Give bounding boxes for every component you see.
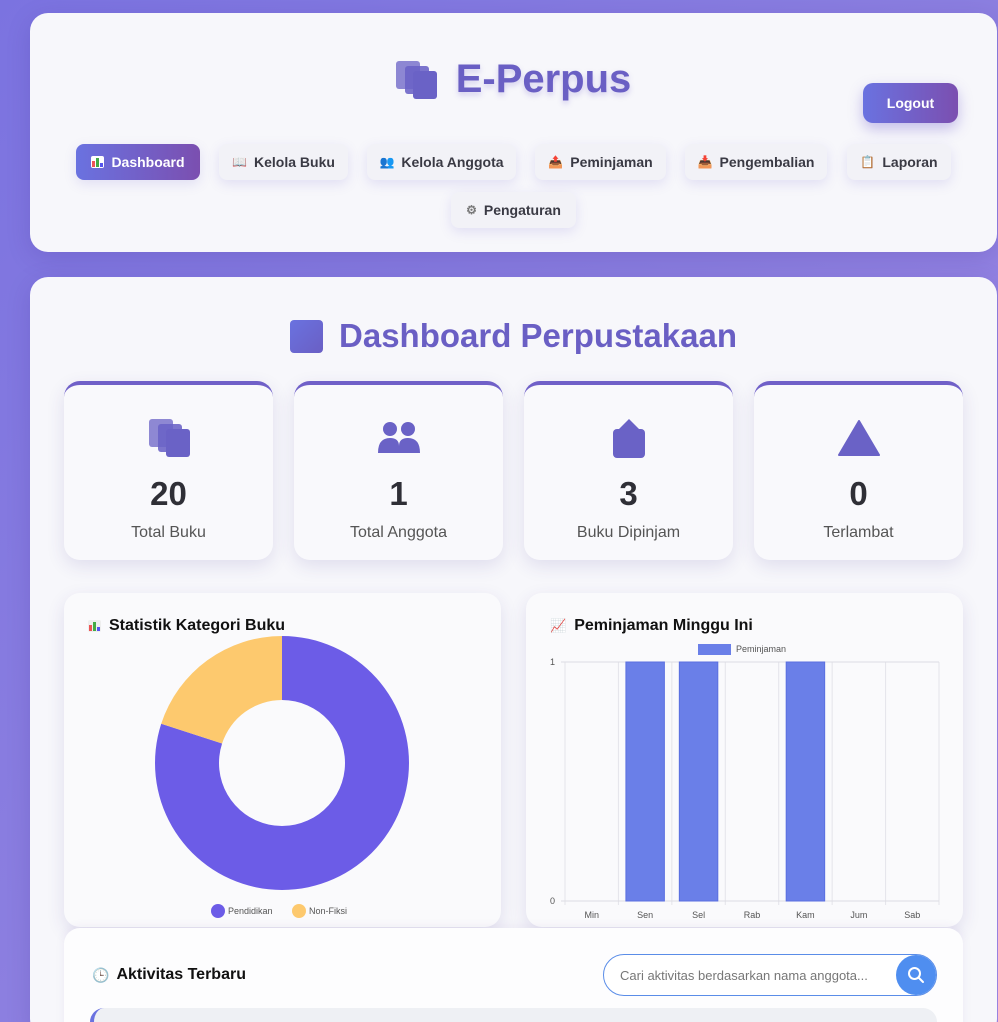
brand: E-Perpus: [30, 57, 997, 102]
search-button[interactable]: [896, 955, 936, 995]
x-tick-label: Rab: [744, 910, 761, 920]
x-tick-label: Kam: [796, 910, 815, 920]
people-icon: [294, 419, 503, 459]
nav-laporan[interactable]: 📋 Laporan: [847, 144, 951, 180]
bar-sel: [678, 661, 719, 902]
books-icon: [395, 60, 438, 99]
x-tick-label: Sen: [637, 910, 653, 920]
stat-card-total-anggota: 1 Total Anggota: [294, 381, 503, 560]
stat-label: Total Buku: [131, 524, 206, 541]
category-pie-chart: Pendidikan Non-Fiksi: [155, 636, 409, 918]
bar-chart-icon: [91, 156, 105, 168]
stat-value: 3: [619, 475, 638, 512]
dashboard-icon: [290, 319, 324, 353]
weekly-bar-chart: 0 1 Min Sen Sel Rab Kam Jum Sab Peminjaman: [550, 644, 940, 920]
app-title: E-Perpus: [455, 57, 632, 101]
legend-label: Non-Fiksi: [309, 906, 347, 916]
logout-button[interactable]: Logout: [863, 83, 958, 123]
nav-label: Pengaturan: [483, 202, 561, 218]
stat-label: Buku Dipinjam: [576, 524, 681, 541]
warning-icon: [754, 419, 963, 459]
search-icon: [908, 967, 924, 983]
gear-icon: ⚙: [466, 203, 477, 217]
stat-card-buku-dipinjam: 3 Buku Dipinjam: [524, 381, 733, 560]
legend-swatch: [211, 904, 225, 918]
activity-search: [603, 954, 937, 996]
clock-icon: 🕒: [92, 966, 110, 983]
x-tick-label: Min: [584, 910, 599, 920]
stat-label: Total Anggota: [350, 524, 447, 541]
weekly-chart-card: 📈 Peminjaman Minggu Ini 0 1 Min Sen Sel Rab Ka…: [526, 593, 963, 927]
bar-sen: [625, 661, 665, 902]
legend-label: Pendidikan: [228, 906, 273, 916]
people-icon: 👥: [379, 155, 395, 169]
page-title: Dashboard Perpustakaan: [339, 317, 737, 354]
search-input[interactable]: [620, 955, 890, 995]
inbox-icon: 📥: [697, 155, 713, 169]
nav-label: Laporan: [882, 154, 938, 170]
header-panel: E-Perpus Logout Dashboard 📖 Kelola Buku …: [30, 13, 997, 252]
stat-card-total-buku: 20 Total Buku: [64, 381, 273, 560]
nav-peminjaman[interactable]: 📤 Peminjaman: [535, 144, 666, 180]
pie-slice-non-fiksi: [161, 636, 282, 744]
outbox-icon: 📤: [548, 155, 564, 169]
x-tick-label: Sel: [692, 910, 705, 920]
stat-card-terlambat: 0 Terlambat: [754, 381, 963, 560]
nav-dashboard[interactable]: Dashboard: [76, 144, 200, 180]
books-icon: [64, 419, 273, 459]
stat-value: 20: [150, 475, 187, 512]
y-tick-label: 1: [550, 657, 555, 667]
nav-label: Peminjaman: [570, 154, 653, 170]
dashboard-heading: Dashboard Perpustakaan: [30, 317, 997, 355]
stat-value: 0: [849, 475, 868, 512]
open-book-icon: 📖: [232, 155, 248, 169]
legend-swatch: [698, 644, 731, 655]
stat-label: Terlambat: [823, 524, 894, 541]
nav-label: Pengembalian: [719, 154, 815, 170]
nav-label: Dashboard: [111, 154, 185, 170]
x-tick-label: Jum: [850, 910, 867, 920]
activity-card: 🕒 Aktivitas Terbaru: [64, 928, 963, 1022]
nav-pengaturan[interactable]: ⚙ Pengaturan: [451, 192, 576, 228]
nav-kelola-anggota[interactable]: 👥 Kelola Anggota: [367, 144, 516, 180]
clipboard-icon: 📋: [860, 155, 876, 169]
outbox-icon: [524, 419, 733, 459]
activity-title-text: Aktivitas Terbaru: [116, 966, 246, 983]
legend-label: Peminjaman: [736, 644, 786, 654]
stat-value: 1: [389, 475, 408, 512]
activity-title: 🕒 Aktivitas Terbaru: [92, 966, 246, 984]
category-chart-card: Statistik Kategori Buku Pendidikan Non-Fi…: [64, 593, 501, 927]
activity-list-item: [90, 1008, 937, 1022]
bar-kam: [785, 661, 826, 902]
nav-pengembalian[interactable]: 📥 Pengembalian: [685, 144, 827, 180]
nav-label: Kelola Buku: [254, 154, 335, 170]
main-panel: Dashboard Perpustakaan 20 Total Buku 1 T…: [30, 277, 997, 1022]
legend-swatch: [292, 904, 306, 918]
x-tick-label: Sab: [904, 910, 920, 920]
nav-label: Kelola Anggota: [401, 154, 504, 170]
nav-kelola-buku[interactable]: 📖 Kelola Buku: [219, 144, 348, 180]
y-tick-label: 0: [550, 896, 555, 906]
